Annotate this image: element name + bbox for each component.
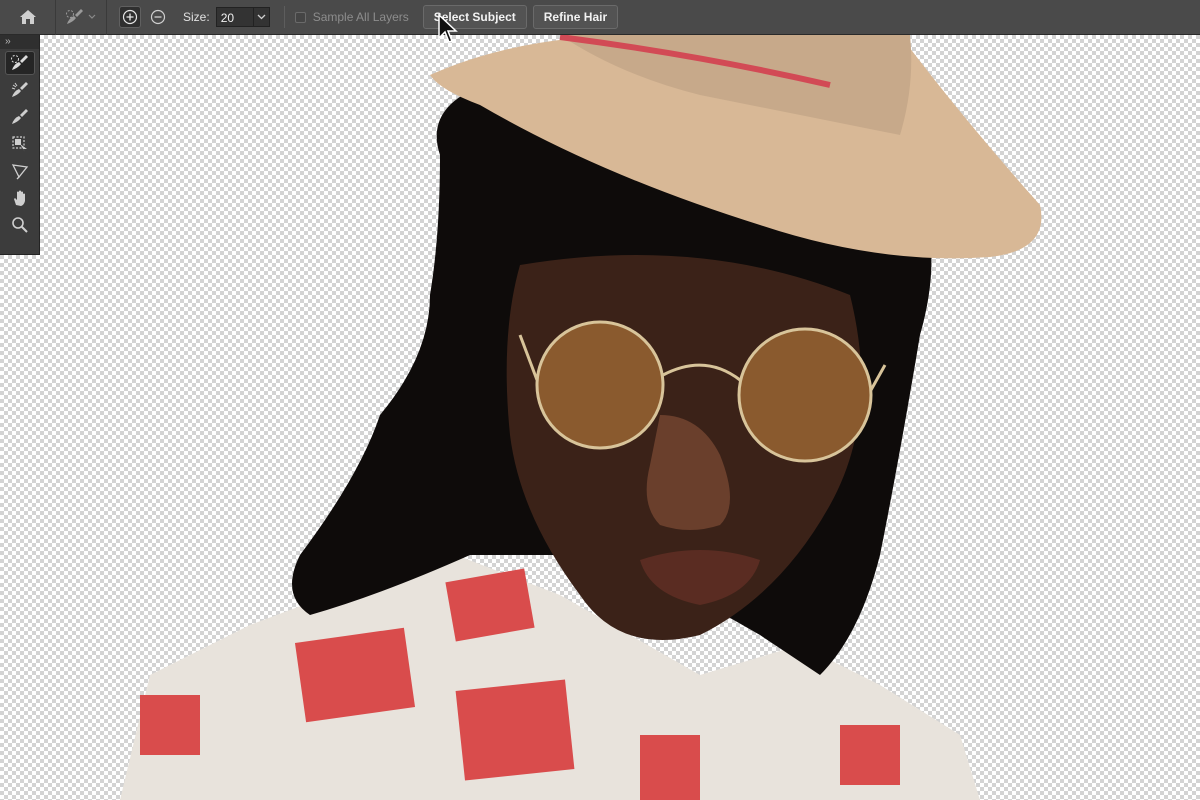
mouse-cursor-icon bbox=[438, 14, 458, 43]
tools-panel-collapse[interactable]: ›› bbox=[0, 35, 39, 49]
options-bar: Size: 20 Sample All Layers Select Subjec… bbox=[0, 0, 1200, 35]
add-to-selection-button[interactable] bbox=[119, 6, 141, 28]
refine-hair-button[interactable]: Refine Hair bbox=[532, 5, 619, 29]
brush-size-dropdown[interactable] bbox=[253, 7, 270, 27]
hand-tool[interactable] bbox=[5, 186, 35, 210]
lasso-icon bbox=[11, 164, 28, 180]
chevron-down-icon bbox=[257, 14, 266, 20]
cutout-subject-image bbox=[120, 35, 1042, 800]
subtract-from-selection-button[interactable] bbox=[147, 6, 169, 28]
quick-selection-brush-icon bbox=[10, 55, 28, 70]
hand-icon bbox=[13, 190, 25, 206]
selection-mode-group bbox=[107, 6, 177, 28]
zoom-tool[interactable] bbox=[5, 213, 35, 237]
object-selection-tool[interactable] bbox=[5, 132, 35, 156]
zoom-icon bbox=[11, 217, 28, 233]
quick-selection-tool[interactable] bbox=[4, 51, 35, 75]
refine-edge-brush-icon bbox=[11, 82, 28, 97]
home-icon bbox=[19, 10, 36, 24]
add-to-selection-icon bbox=[122, 9, 138, 25]
refine-edge-brush-tool[interactable] bbox=[5, 78, 35, 102]
document-canvas[interactable] bbox=[0, 35, 1200, 800]
toolbar-divider bbox=[283, 6, 285, 28]
sample-all-layers-checkbox[interactable] bbox=[294, 11, 306, 23]
quick-selection-brush-icon bbox=[66, 9, 83, 24]
chevron-down-icon bbox=[88, 14, 96, 19]
brush-icon bbox=[11, 109, 28, 124]
brush-preset-picker[interactable] bbox=[56, 0, 107, 35]
object-selection-icon bbox=[11, 136, 27, 152]
home-button[interactable] bbox=[0, 0, 56, 35]
subtract-from-selection-icon bbox=[150, 9, 166, 25]
size-label: Size: bbox=[183, 10, 210, 24]
brush-tool[interactable] bbox=[5, 105, 35, 129]
lasso-tool[interactable] bbox=[5, 159, 35, 183]
brush-size-field[interactable]: 20 bbox=[215, 7, 254, 27]
tools-panel: ›› bbox=[0, 35, 40, 255]
sample-all-layers-label: Sample All Layers bbox=[312, 10, 409, 24]
sample-all-layers-option[interactable]: Sample All Layers bbox=[294, 10, 409, 24]
